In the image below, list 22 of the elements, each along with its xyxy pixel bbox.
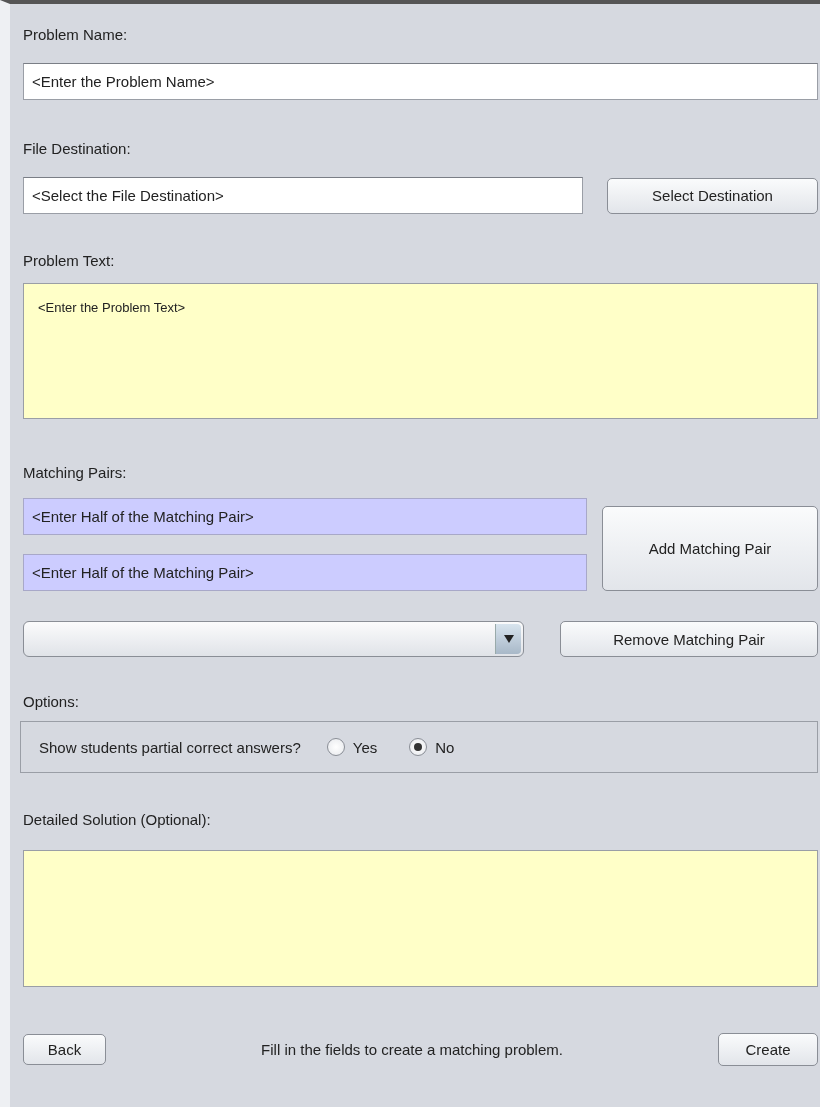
question-text: Show students partial correct answers? [39,738,301,756]
field-label: File Destination: [23,140,132,157]
input-field[interactable]: <Enter Half of the Matching Pair> [23,554,587,591]
dropdown[interactable] [23,621,524,657]
create-button[interactable]: Create [718,1033,818,1066]
remove-matching-pair-button[interactable]: Remove Matching Pair [560,621,818,657]
select-destination-button[interactable]: Select Destination [607,177,818,214]
field-label: Matching Pairs: [23,464,128,481]
field-label: Detailed Solution (Optional): [23,811,212,828]
back-button[interactable]: Back [23,1034,106,1065]
text-area[interactable]: <Enter the Problem Text> [23,283,818,419]
radio-option[interactable]: No [409,738,455,756]
input-field[interactable]: <Enter the Problem Name> [23,63,818,100]
radio-option[interactable]: Yes [326,738,378,756]
field-label: Options: [23,693,80,710]
field-label: Problem Name: [23,26,129,43]
status-text: Fill in the fields to create a matching problem. [261,1041,563,1058]
input-field[interactable]: <Enter Half of the Matching Pair> [23,498,587,535]
field-label: Problem Text: [23,252,116,269]
caret-down-icon [503,635,514,643]
input-field[interactable]: <Select the File Destination> [23,177,583,214]
add-matching-pair-button[interactable]: Add Matching Pair [602,506,818,591]
